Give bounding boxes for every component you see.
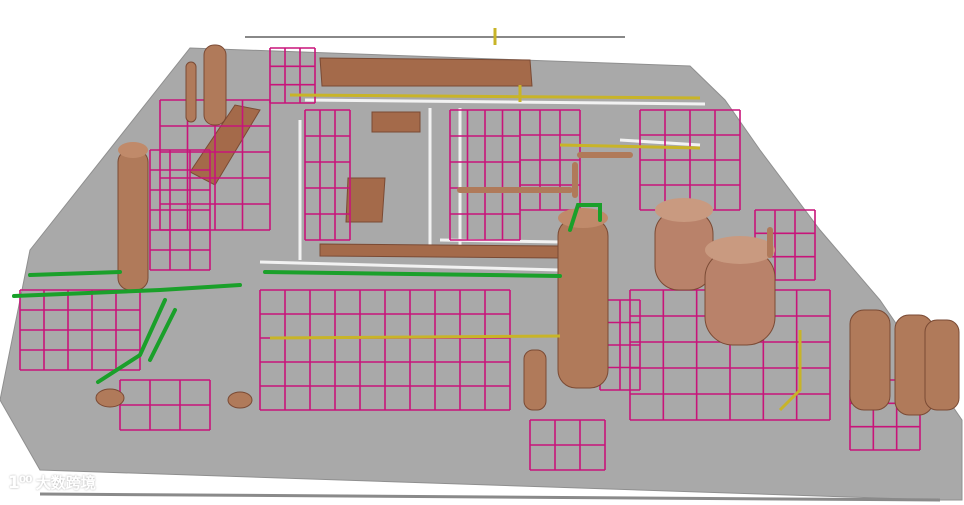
column-center-tall: [557, 208, 609, 389]
roof-building-mid: [345, 177, 386, 223]
watermark-text: 大数跨境: [35, 474, 96, 492]
reactor-east-2: [704, 236, 776, 346]
watermark: 1⁰⁰ 大数跨境: [8, 472, 96, 493]
reactor-east-1: [654, 198, 714, 291]
roof-building-center: [371, 111, 421, 133]
column-west-1: [117, 142, 149, 291]
tanks-far-east: [849, 309, 960, 416]
watermark-logo: 1⁰⁰: [8, 472, 33, 493]
roof-building-north: [319, 57, 533, 87]
roof-building-south: [319, 243, 561, 259]
small-vessel-center: [523, 349, 547, 411]
plant-3d-model-view: 1⁰⁰ 大数跨境: [0, 0, 964, 505]
plant-scene: [0, 28, 963, 502]
